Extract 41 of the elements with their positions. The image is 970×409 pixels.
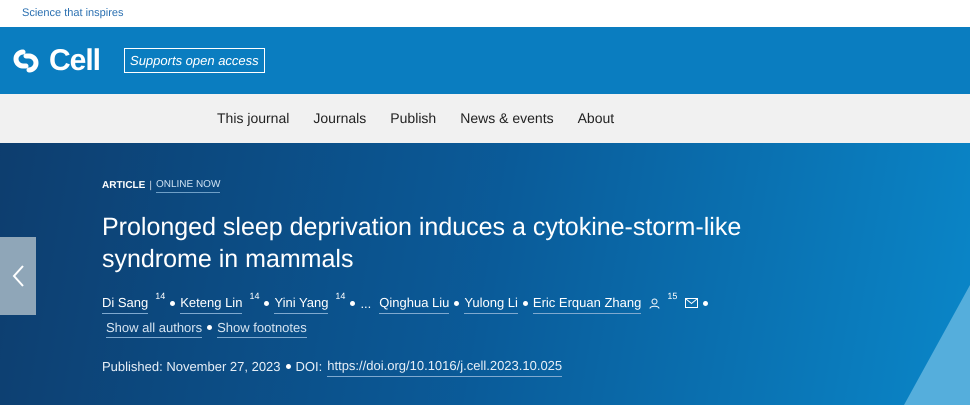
footnote-mark[interactable]: 14 <box>155 291 166 302</box>
logo-icon <box>11 48 41 74</box>
nav-item[interactable]: Journals <box>313 108 366 129</box>
article-title: Prolonged sleep deprivation induces a cytokine-storm-like syndrome in mammals <box>102 212 742 275</box>
author-link[interactable]: Keteng Lin <box>180 293 242 314</box>
person-icon <box>649 298 660 309</box>
author-link[interactable]: Yini Yang <box>274 293 328 314</box>
author-link[interactable]: Eric Erquan Zhang <box>532 293 642 314</box>
nav-item[interactable]: About <box>578 108 614 129</box>
article-type: ARTICLE <box>102 178 146 192</box>
separator: | <box>149 178 152 192</box>
doi-link[interactable]: https://doi.org/10.1016/j.cell.2023.10.025 <box>327 356 562 376</box>
ellipsis: ... <box>360 294 372 312</box>
bullet-icon <box>207 325 212 330</box>
toggle-link[interactable]: Show footnotes <box>217 318 307 338</box>
footnote-mark[interactable]: 14 <box>335 291 346 302</box>
doi-label: DOI: <box>296 358 322 376</box>
mail-icon[interactable] <box>685 298 698 308</box>
nav-item[interactable]: Publish <box>390 108 436 129</box>
bullet-icon <box>286 364 291 369</box>
footnote-mark[interactable]: 15 <box>667 291 678 302</box>
status-link[interactable]: ONLINE NOW <box>156 177 220 193</box>
tagline[interactable]: Science that inspires <box>22 5 124 22</box>
nav-item[interactable]: News & events <box>460 108 554 129</box>
author-link[interactable]: Yulong Li <box>464 293 518 314</box>
brand-name[interactable]: Cell <box>49 38 100 83</box>
bullet-icon <box>703 300 708 306</box>
published-date: Published: November 27, 2023 <box>102 358 281 376</box>
nav-item[interactable]: This journal <box>217 108 290 129</box>
author-link[interactable]: Qinghua Liu <box>379 293 450 314</box>
footnote-mark[interactable]: 14 <box>249 291 260 302</box>
corner-decoration-icon <box>904 285 970 405</box>
bullet-icon <box>170 300 176 306</box>
bullet-icon <box>350 300 356 306</box>
bullet-icon <box>264 300 270 306</box>
author-link[interactable]: Di Sang <box>102 293 148 314</box>
bullet-icon <box>454 300 460 306</box>
bullet-icon <box>522 300 528 306</box>
chevron-left-icon <box>11 264 25 288</box>
toggle-link[interactable]: Show all authors <box>106 318 202 338</box>
open-access-badge: Supports open access <box>124 48 265 74</box>
